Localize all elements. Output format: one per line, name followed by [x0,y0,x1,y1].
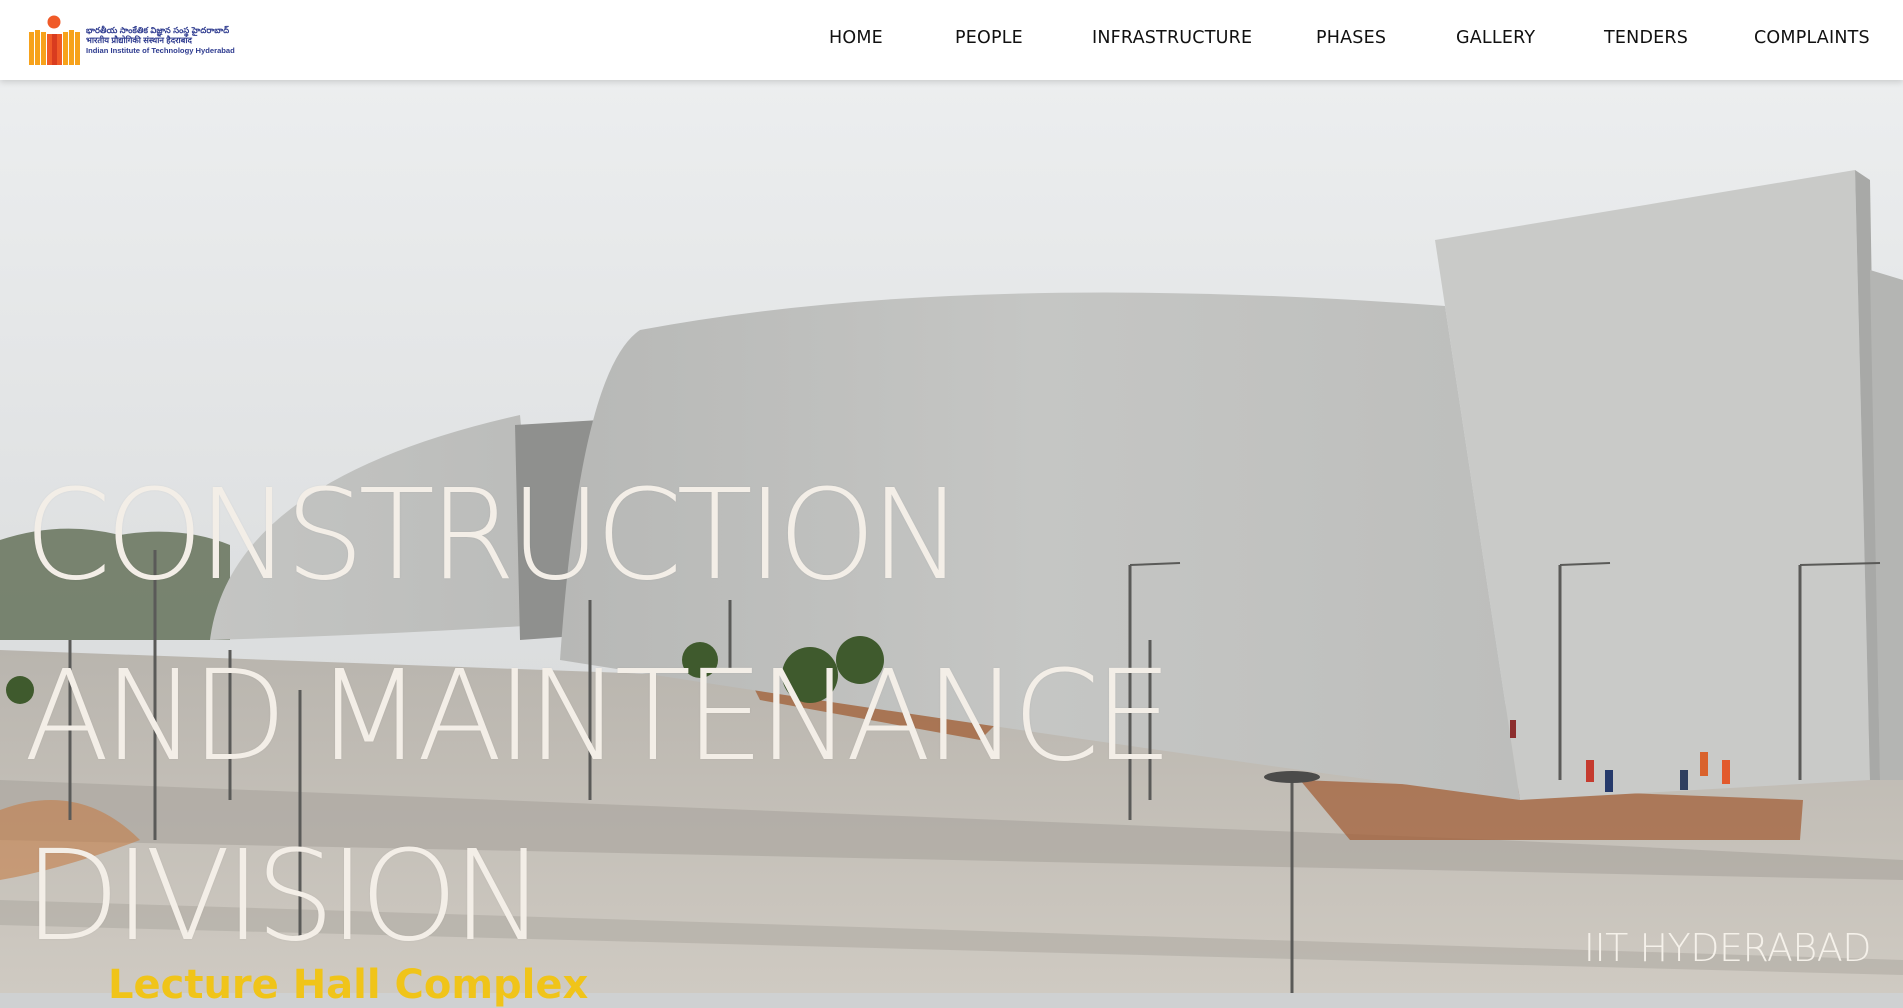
nav-tenders[interactable]: TENDERS [1604,28,1688,48]
site-header: భారతీయ సాంకేతిక విజ్ఞాన సంస్థ హైదరాబాద్ … [0,0,1903,80]
nav-home[interactable]: HOME [829,28,883,48]
hero-headline-line1: CONSTRUCTION [24,463,964,608]
hero-section: CONSTRUCTION AND MAINTENANCE DIVISION [0,80,1903,993]
nav-phases[interactable]: PHASES [1316,28,1386,48]
nav-complaints[interactable]: COMPLAINTS [1754,28,1870,48]
nav-infrastructure[interactable]: INFRASTRUCTURE [1092,28,1252,48]
main-nav: HOME PEOPLE INFRASTRUCTURE PHASES GALLER… [0,0,1903,80]
nav-people[interactable]: PEOPLE [955,28,1023,48]
hero-tagline: IIT HYDERABAD [1583,926,1872,970]
hero-headline-line2: AND MAINTENANCE [24,644,1173,789]
hero-headline-line3: DIVISION [24,824,546,969]
nav-gallery[interactable]: GALLERY [1456,28,1535,48]
